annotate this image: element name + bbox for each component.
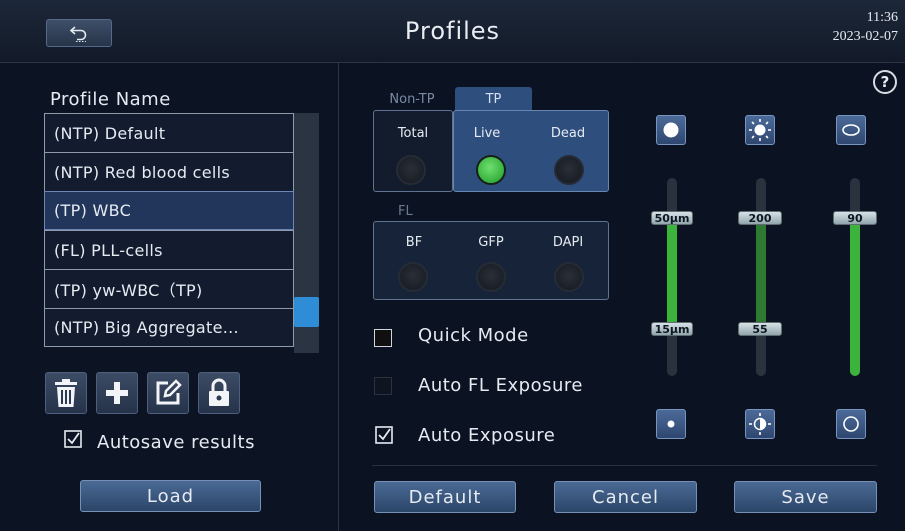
scrollbar-thumb[interactable] [294,297,319,327]
size-max-button[interactable] [656,115,686,145]
time-text: 11:36 [866,10,898,25]
total-indicator[interactable] [396,155,426,185]
auto-exposure-label: Auto Exposure [418,425,556,446]
circularity-max-button[interactable] [836,115,866,145]
page-title: Profiles [404,17,501,45]
auto-fl-exposure-label: Auto FL Exposure [418,375,583,396]
channel-gfp-label: GFP [478,235,504,250]
lock-icon [209,378,229,406]
auto-fl-exposure-checkbox[interactable] [374,377,392,395]
checkbox-checked-icon [64,430,82,448]
clock: 11:36 2023-02-07 [833,8,898,46]
quick-mode-checkbox[interactable] [374,329,392,347]
list-item-selected[interactable]: (TP) WBC [44,191,294,230]
list-item[interactable]: (NTP) Default [44,113,294,152]
live-dead-panel [453,110,609,192]
plus-icon [106,382,128,404]
tab-tp[interactable]: TP [455,87,532,112]
bf-indicator[interactable] [398,262,428,292]
fl-section-label: FL [398,203,413,219]
large-dot-icon [663,122,679,138]
list-item[interactable]: (TP) yw-WBC（TP) [44,269,294,308]
brightness-icon [749,119,771,141]
list-item[interactable]: (FL) PLL-cells [44,230,294,269]
brightness-min-handle[interactable]: 55 [738,322,782,336]
header-bar: Profiles 11:36 2023-02-07 [0,0,905,63]
ellipse-icon [842,124,860,136]
edit-icon [156,379,182,405]
list-item[interactable]: (NTP) Red blood cells [44,152,294,191]
load-button[interactable]: Load [80,480,261,512]
contrast-icon [749,413,771,435]
dapi-indicator[interactable] [554,262,584,292]
brightness-max-button[interactable] [745,115,775,145]
checkbox-checked-icon [375,426,393,444]
profile-list: (NTP) Default (NTP) Red blood cells (TP)… [44,113,294,353]
channel-bf-label: BF [405,235,423,250]
delete-button[interactable] [45,372,87,414]
dead-indicator[interactable] [554,155,584,185]
cancel-button[interactable]: Cancel [554,481,697,513]
channel-dead-label: Dead [550,126,586,141]
profile-name-label: Profile Name [50,89,171,110]
autosave-label: Autosave results [97,432,255,453]
list-item[interactable]: (NTP) Big Aggregate... [44,308,294,347]
channel-total-label: Total [397,126,429,141]
circularity-min-button[interactable] [836,409,866,439]
save-button[interactable]: Save [734,481,877,513]
trash-icon [55,379,77,407]
edit-button[interactable] [147,372,189,414]
channel-live-label: Live [473,126,501,141]
size-min-handle[interactable]: 15µm [651,322,693,336]
small-dot-icon [667,420,675,428]
lock-button[interactable] [198,372,240,414]
default-button[interactable]: Default [374,481,516,513]
brightness-slider-range [756,218,766,330]
size-min-button[interactable] [656,409,686,439]
gfp-indicator[interactable] [476,262,506,292]
size-max-handle[interactable]: 50µm [651,211,693,225]
auto-exposure-checkbox[interactable] [375,426,393,444]
brightness-min-button[interactable] [745,409,775,439]
circle-icon [843,416,859,432]
autosave-checkbox[interactable] [64,430,82,448]
circularity-max-handle[interactable]: 90 [833,211,877,225]
live-indicator[interactable] [476,155,506,185]
date-text: 2023-02-07 [832,29,898,44]
add-button[interactable] [96,372,138,414]
divider [372,465,877,466]
circularity-slider-range [850,218,860,376]
brightness-max-handle[interactable]: 200 [738,211,782,225]
quick-mode-label: Quick Mode [418,325,529,346]
tab-non-tp[interactable]: Non-TP [372,88,452,110]
help-button[interactable]: ? [873,70,897,94]
size-slider-range [667,218,677,330]
channel-dapi-label: DAPI [552,235,584,250]
